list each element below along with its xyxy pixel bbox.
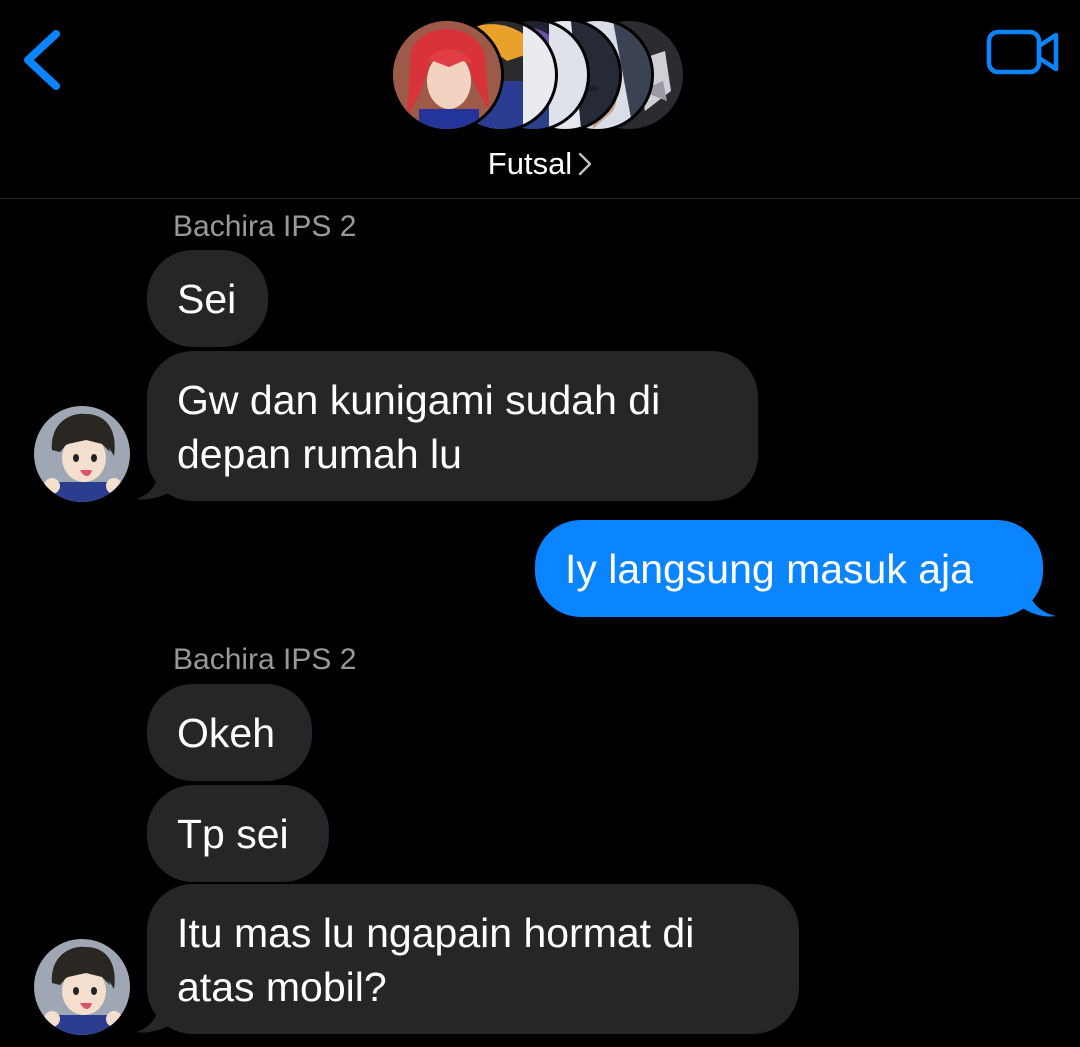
message-text-line: Gw dan kunigami sudah di xyxy=(177,377,661,423)
message-text-line: atas mobil? xyxy=(177,964,387,1010)
message-text: Sei xyxy=(177,276,237,322)
group-avatar-stack[interactable]: BL xyxy=(390,18,690,136)
message-text-line: depan rumah lu xyxy=(177,431,462,477)
sender-name: Bachira IPS 2 xyxy=(173,643,357,676)
group-title[interactable]: Futsal xyxy=(0,146,1080,184)
incoming-message[interactable]: Okeh xyxy=(147,684,312,781)
message-text-line: Itu mas lu ngapain hormat di xyxy=(177,910,695,956)
bubble-tail xyxy=(136,996,174,1033)
group-name: Futsal xyxy=(487,146,573,181)
bachira-avatar[interactable] xyxy=(34,406,130,502)
message-text: Tp sei xyxy=(177,811,289,857)
chevron-right-icon xyxy=(578,148,592,184)
message-text: Iy langsung masuk aja xyxy=(565,546,973,592)
incoming-message[interactable]: Itu mas lu ngapain hormat di atas mobil? xyxy=(147,884,799,1034)
chevron-left-icon xyxy=(24,30,60,90)
bubble-tail xyxy=(1020,580,1056,617)
back-button[interactable] xyxy=(14,24,74,96)
video-camera-icon xyxy=(986,29,1059,75)
outgoing-message[interactable]: Iy langsung masuk aja xyxy=(535,520,1043,617)
incoming-message[interactable]: Gw dan kunigami sudah di depan rumah lu xyxy=(147,351,758,501)
video-call-button[interactable] xyxy=(984,26,1062,78)
sender-name: Bachira IPS 2 xyxy=(173,210,357,243)
conversation-header: BL xyxy=(0,0,1080,199)
message-text: Okeh xyxy=(177,710,275,756)
incoming-message[interactable]: Sei xyxy=(147,250,268,347)
incoming-message[interactable]: Tp sei xyxy=(147,785,329,882)
bubble-tail xyxy=(136,463,174,500)
member-avatar xyxy=(390,18,504,132)
bachira-avatar[interactable] xyxy=(34,939,130,1035)
